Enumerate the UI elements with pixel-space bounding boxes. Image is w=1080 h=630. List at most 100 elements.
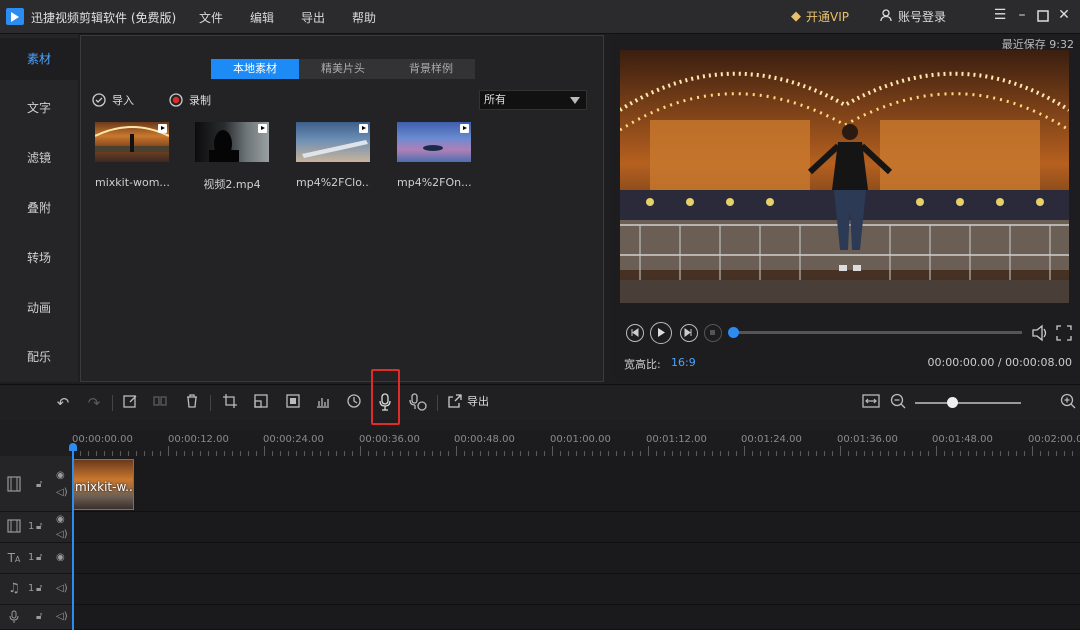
- music-track[interactable]: [72, 574, 1080, 605]
- account-login-button[interactable]: 账号登录: [880, 8, 946, 25]
- media-panel: 本地素材 精美片头 背景样例 导入 录制 所有 mixkit-wom... 视频…: [80, 35, 604, 382]
- lock-icon[interactable]: 🔓︎: [36, 521, 42, 532]
- speaker-icon[interactable]: ◁): [56, 583, 68, 594]
- stop-button[interactable]: [704, 324, 722, 342]
- lock-icon[interactable]: 🔓︎: [36, 611, 42, 622]
- eye-icon[interactable]: ◉: [56, 470, 65, 481]
- nav-item-animation[interactable]: 动画: [0, 287, 78, 329]
- chevron-down-icon: [570, 97, 580, 104]
- tab-intro-templates[interactable]: 精美片头: [299, 59, 387, 79]
- film-icon: [6, 476, 22, 492]
- next-frame-button[interactable]: [680, 324, 698, 342]
- export-icon: [448, 394, 462, 408]
- lock-icon[interactable]: 🔓︎: [36, 583, 42, 594]
- timeline-ruler[interactable]: 00:00:00.00 00:00:12.00 00:00:24.00 00:0…: [72, 430, 1080, 456]
- ruler-tick-label: 00:01:48.00: [932, 434, 993, 445]
- previous-frame-button[interactable]: [626, 324, 644, 342]
- ruler-tick-label: 00:02:00.00: [1028, 434, 1080, 445]
- zoom-out-icon[interactable]: [888, 393, 908, 413]
- timeline-clip[interactable]: mixkit-w...: [72, 459, 134, 510]
- speaker-icon[interactable]: ◁): [56, 529, 68, 540]
- mosaic-icon[interactable]: [283, 393, 303, 413]
- track-number: 1: [28, 583, 35, 594]
- aspect-ratio-value[interactable]: 16:9: [671, 356, 696, 369]
- speaker-icon[interactable]: ◁): [56, 611, 68, 622]
- audio-wave-icon[interactable]: [313, 393, 333, 413]
- nav-item-music[interactable]: 配乐: [0, 336, 78, 378]
- undo-icon[interactable]: ↶: [53, 393, 73, 413]
- menu-file[interactable]: 文件: [199, 9, 223, 26]
- menu-icon[interactable]: ☰: [992, 7, 1008, 25]
- media-item[interactable]: mp4%2FOn...: [397, 122, 471, 189]
- media-item[interactable]: mp4%2FClo...: [296, 122, 370, 189]
- zoom-handle[interactable]: [947, 397, 959, 408]
- pip-track[interactable]: [72, 512, 1080, 543]
- voice-track[interactable]: [72, 605, 1080, 630]
- resize-icon[interactable]: [251, 393, 271, 413]
- close-icon[interactable]: ✕: [1056, 7, 1072, 25]
- record-label: 录制: [189, 94, 211, 107]
- playhead-handle[interactable]: [69, 443, 77, 451]
- edit-icon[interactable]: [120, 393, 140, 413]
- ruler-tick-label: 00:01:12.00: [646, 434, 707, 445]
- media-filter-select[interactable]: 所有: [479, 90, 587, 110]
- minimize-icon[interactable]: –: [1014, 7, 1030, 25]
- voice-track-header: 🔓︎ ◁): [0, 605, 72, 630]
- tab-local-media[interactable]: 本地素材: [211, 59, 299, 79]
- main-video-track[interactable]: [72, 456, 1080, 512]
- text-icon: TA: [7, 551, 21, 565]
- delete-icon[interactable]: [182, 393, 202, 413]
- eye-icon[interactable]: ◉: [56, 552, 65, 563]
- fullscreen-icon[interactable]: [1054, 323, 1074, 346]
- ruler-tick-label: 00:00:48.00: [454, 434, 515, 445]
- split-icon[interactable]: [150, 393, 170, 413]
- speaker-icon[interactable]: ◁): [56, 487, 68, 498]
- speed-icon[interactable]: [344, 393, 364, 413]
- seek-handle[interactable]: [728, 327, 739, 338]
- eye-icon[interactable]: ◉: [56, 514, 65, 525]
- zoom-slider[interactable]: [915, 402, 1021, 404]
- tab-background-samples[interactable]: 背景样例: [387, 59, 475, 79]
- app-window: 迅捷视频剪辑软件 (免费版) 文件 编辑 导出 帮助 ◆ 开通VIP 账号登录 …: [0, 0, 1080, 630]
- redo-icon[interactable]: ↷: [84, 393, 104, 413]
- edit-toolbar: ↶ ↷ 导出: [0, 384, 1080, 420]
- clip-label: mixkit-w...: [75, 480, 134, 494]
- ruler-tick-label: 00:01:00.00: [550, 434, 611, 445]
- media-thumbnail: [95, 122, 169, 162]
- video-badge-icon: [359, 124, 368, 133]
- media-item[interactable]: 视频2.mp4: [195, 122, 269, 192]
- nav-item-transition[interactable]: 转场: [0, 237, 78, 279]
- zoom-in-icon[interactable]: [1058, 393, 1078, 413]
- track-number: 1: [28, 521, 35, 532]
- menu-help[interactable]: 帮助: [352, 9, 376, 26]
- nav-item-material[interactable]: 素材: [0, 38, 78, 80]
- lock-icon[interactable]: 🔓︎: [36, 479, 42, 490]
- menu-edit[interactable]: 编辑: [250, 9, 274, 26]
- import-button[interactable]: 导入: [92, 92, 134, 108]
- seek-bar[interactable]: [732, 331, 1022, 334]
- export-button[interactable]: 导出: [447, 393, 489, 409]
- diamond-icon: ◆: [791, 9, 801, 24]
- media-item[interactable]: mixkit-wom...: [95, 122, 169, 189]
- vip-button[interactable]: ◆ 开通VIP: [791, 8, 849, 25]
- maximize-icon[interactable]: [1035, 7, 1051, 25]
- nav-item-overlay[interactable]: 叠附: [0, 187, 78, 229]
- menu-export[interactable]: 导出: [301, 9, 325, 26]
- media-thumbnail: [296, 122, 370, 162]
- nav-item-filter[interactable]: 滤镜: [0, 137, 78, 179]
- volume-icon[interactable]: [1030, 323, 1050, 346]
- video-preview[interactable]: [620, 50, 1069, 303]
- ruler-tick-label: 00:00:24.00: [263, 434, 324, 445]
- record-button[interactable]: 录制: [169, 92, 211, 108]
- voice-change-icon[interactable]: [408, 393, 428, 413]
- fit-timeline-icon[interactable]: [861, 393, 881, 413]
- lock-icon[interactable]: 🔓︎: [36, 552, 42, 563]
- track-number: 1: [28, 552, 35, 563]
- playhead[interactable]: [72, 446, 74, 630]
- crop-icon[interactable]: [220, 393, 240, 413]
- aspect-ratio-label: 宽高比:: [624, 358, 661, 371]
- video-badge-icon: [460, 124, 469, 133]
- play-button[interactable]: [650, 322, 672, 344]
- nav-item-text[interactable]: 文字: [0, 87, 78, 129]
- text-track[interactable]: [72, 543, 1080, 574]
